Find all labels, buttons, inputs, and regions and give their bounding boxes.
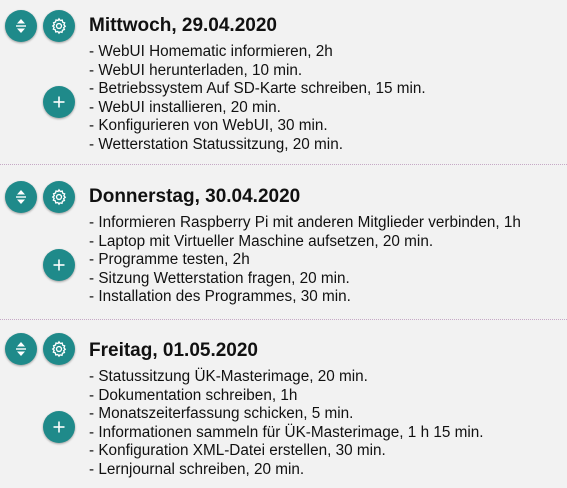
task-item: Programme testen, 2h: [89, 251, 521, 270]
task-item: WebUI Homematic informieren, 2h: [89, 43, 426, 62]
task-item: Konfiguration XML-Datei erstellen, 30 mi…: [89, 442, 484, 461]
plus-icon: [53, 421, 65, 433]
task-item: Laptop mit Virtueller Maschine aufsetzen…: [89, 233, 521, 252]
sort-button[interactable]: [5, 181, 37, 213]
settings-button[interactable]: [43, 333, 75, 365]
task-item: Informationen sammeln für ÜK-Masterimage…: [89, 424, 483, 443]
sort-icon: [16, 19, 26, 33]
sort-icon: [16, 190, 26, 204]
settings-button[interactable]: [43, 10, 75, 42]
task-item: WebUI herunterladen, 10 min.: [89, 62, 426, 81]
task-item: WebUI installieren, 20 min.: [89, 99, 426, 118]
day-entry: Freitag, 01.05.2020 Statussitzung ÜK-Mas…: [0, 320, 567, 488]
gear-icon: [51, 340, 67, 358]
add-task-button[interactable]: [43, 86, 75, 118]
sort-button[interactable]: [5, 333, 37, 365]
sort-icon: [16, 342, 26, 356]
add-task-button[interactable]: [43, 411, 75, 443]
task-item: Dokumentation schreiben, 1h: [89, 387, 484, 406]
plus-icon: [53, 96, 65, 108]
task-item: Informieren Raspberry Pi mit anderen Mit…: [89, 214, 521, 233]
day-title: Donnerstag, 30.04.2020: [89, 186, 301, 207]
task-list: Informieren Raspberry Pi mit anderen Mit…: [89, 214, 521, 307]
add-task-button[interactable]: [43, 249, 75, 281]
task-item: Monatszeiterfassung schicken, 5 min.: [89, 405, 484, 424]
day-entry: Donnerstag, 30.04.2020 Informieren Raspb…: [0, 165, 567, 320]
task-item: Wetterstation Statussitzung, 20 min.: [89, 136, 426, 155]
task-item: Konfigurieren von WebUI, 30 min.: [89, 117, 426, 136]
gear-icon: [51, 17, 67, 35]
task-list: Statussitzung ÜK-Masterimage, 20 min. Do…: [89, 368, 484, 480]
task-list: WebUI Homematic informieren, 2h WebUI he…: [89, 43, 426, 155]
task-item: Betriebssystem Auf SD-Karte schreiben, 1…: [89, 80, 425, 99]
task-item: Installation des Programmes, 30 min.: [89, 288, 521, 307]
task-item: Sitzung Wetterstation fragen, 20 min.: [89, 270, 521, 289]
task-item: Statussitzung ÜK-Masterimage, 20 min.: [89, 368, 484, 387]
gear-icon: [51, 188, 67, 206]
day-entry: Mittwoch, 29.04.2020 WebUI Homematic inf…: [0, 0, 567, 165]
day-title: Freitag, 01.05.2020: [89, 340, 258, 361]
settings-button[interactable]: [43, 181, 75, 213]
day-title: Mittwoch, 29.04.2020: [89, 15, 277, 36]
sort-button[interactable]: [5, 10, 37, 42]
plus-icon: [53, 259, 65, 271]
task-item: Lernjournal schreiben, 20 min.: [89, 461, 484, 480]
